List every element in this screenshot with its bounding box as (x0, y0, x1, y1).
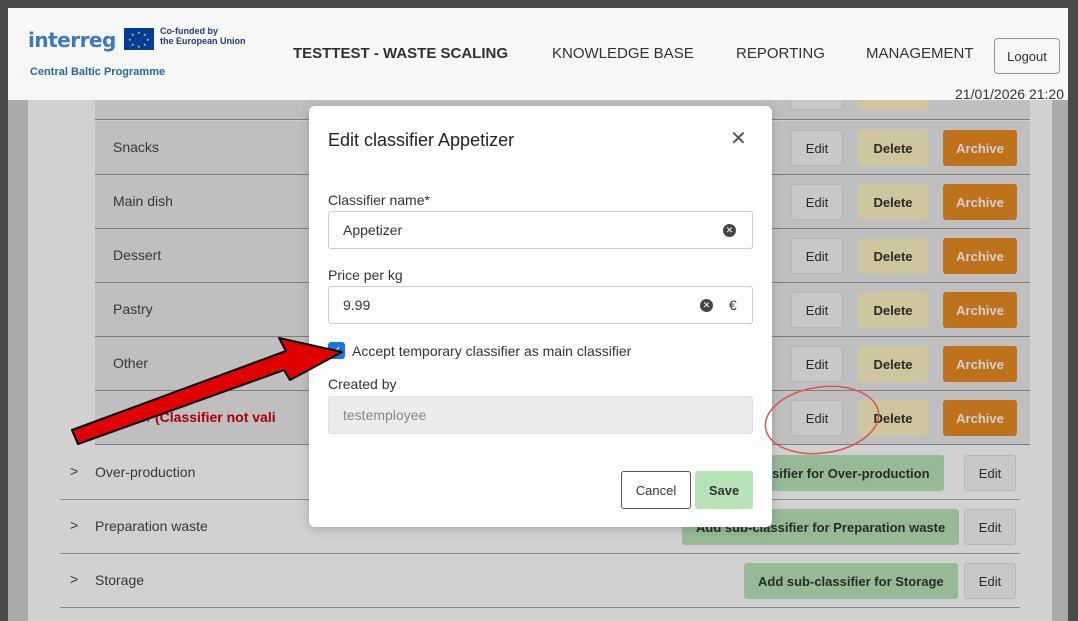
price-input[interactable]: 9.99 (328, 286, 753, 324)
close-icon[interactable]: ✕ (730, 126, 747, 151)
accept-temporary-label[interactable]: Accept temporary classifier as main clas… (352, 343, 631, 359)
clear-icon[interactable]: ✕ (723, 224, 736, 237)
save-button[interactable]: Save (695, 471, 753, 509)
classifier-name-label: Classifier name* (328, 192, 430, 208)
created-by-label: Created by (328, 376, 397, 392)
price-label: Price per kg (328, 267, 403, 283)
modal-backdrop-top (8, 8, 1068, 100)
created-by-input: testemployee (328, 396, 753, 434)
dialog-title: Edit classifier Appetizer (328, 130, 515, 150)
clear-icon[interactable]: ✕ (700, 299, 713, 312)
classifier-name-input[interactable]: Appetizer (328, 211, 753, 249)
datetime-display: 21/01/2026 21:20 (955, 86, 1064, 102)
cancel-button[interactable]: Cancel (621, 471, 691, 509)
edit-classifier-dialog: Edit classifier Appetizer ✕ Classifier n… (309, 106, 772, 527)
accept-temporary-checkbox[interactable]: ✓ (328, 342, 345, 359)
currency-symbol: € (729, 297, 737, 313)
